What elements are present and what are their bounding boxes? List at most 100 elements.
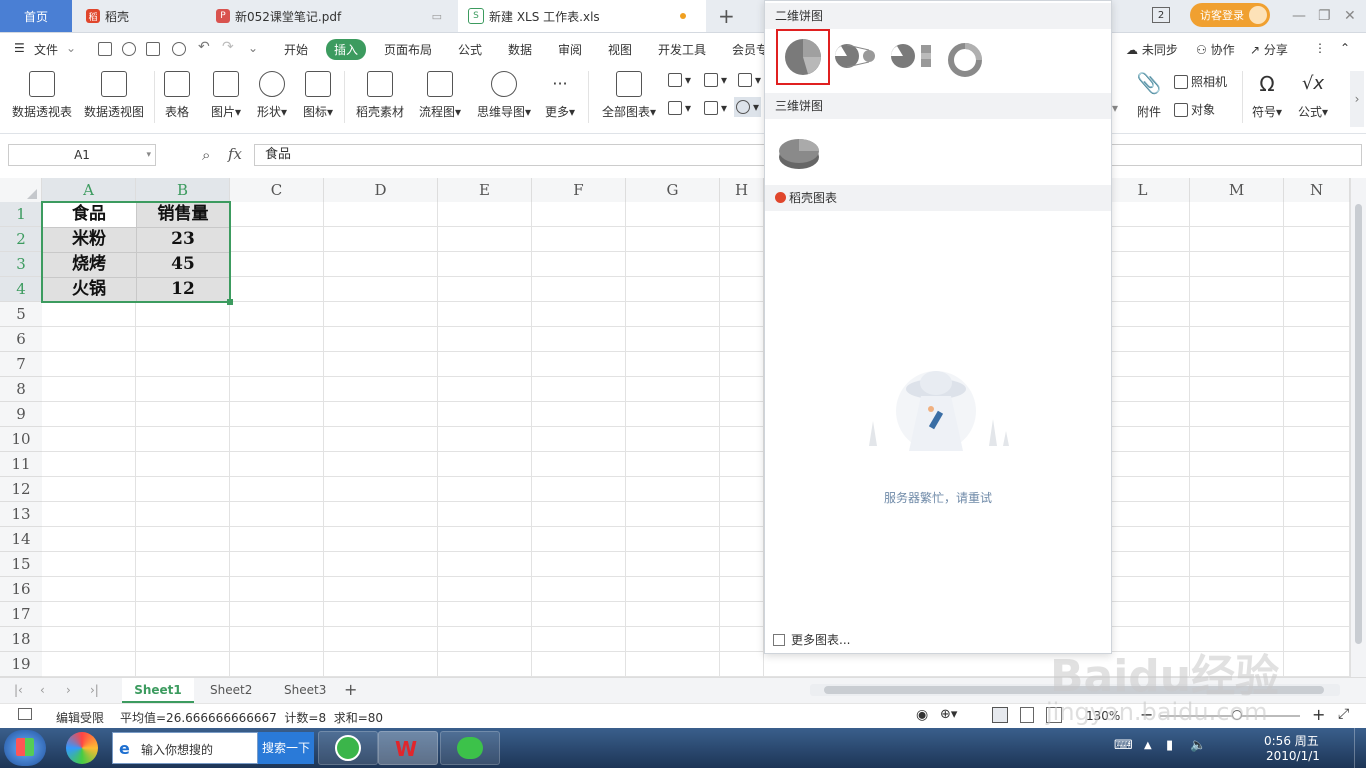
row-header-14[interactable]: 14 — [0, 527, 42, 552]
row-header-7[interactable]: 7 — [0, 352, 42, 377]
app-launcher-icon[interactable] — [66, 732, 98, 764]
zoom-slider[interactable] — [1160, 710, 1300, 720]
zoom-slider-handle[interactable] — [1232, 710, 1242, 720]
power-icon[interactable]: ▮ — [1166, 738, 1173, 753]
column-header-d[interactable]: D — [324, 178, 438, 202]
row-header-3[interactable]: 3 — [0, 252, 42, 277]
row-header-17[interactable]: 17 — [0, 602, 42, 627]
row-header-16[interactable]: 16 — [0, 577, 42, 602]
sheet-tab-2[interactable]: Sheet2 — [210, 683, 252, 697]
close-icon[interactable]: ✕ — [1344, 8, 1356, 24]
pie-chart-dropdown[interactable]: ▾ — [734, 97, 762, 117]
spreadsheet-grid[interactable]: ABCDEFGHLMN 1 2 3 4 5 6 7 8 9 10 11 12 13 14 15 16 17 18 1… — [0, 178, 1350, 678]
last-sheet-icon[interactable]: ›| — [90, 683, 99, 697]
more-button[interactable]: ··· 更多▾ — [542, 71, 578, 120]
row-header-8[interactable]: 8 — [0, 377, 42, 402]
attachment-button[interactable]: 📎 附件 — [1134, 71, 1164, 120]
file-menu[interactable]: 文件 — [34, 41, 58, 58]
menu-member[interactable]: 会员专 — [732, 41, 768, 58]
search-button[interactable]: 搜索一下 — [258, 732, 314, 764]
menu-home[interactable]: 开始 — [284, 41, 308, 58]
preview-icon[interactable] — [172, 42, 186, 56]
restore-icon[interactable]: ❐ — [1318, 8, 1331, 24]
undo-icon[interactable]: ↶ — [198, 39, 210, 55]
column-header-m[interactable]: M — [1190, 178, 1284, 202]
volume-icon[interactable]: 🔈 — [1190, 738, 1206, 753]
minimize-icon[interactable]: — — [1292, 8, 1306, 24]
tab-pdf[interactable]: P 新052课堂笔记.pdf ▭ — [206, 0, 452, 32]
column-header-f[interactable]: F — [532, 178, 626, 202]
pie-of-pie-option[interactable] — [833, 41, 879, 74]
camera-button[interactable]: 照相机 — [1174, 73, 1227, 90]
macro-record-icon[interactable] — [18, 708, 32, 720]
taskbar-search-box[interactable]: e 输入你想搜的 — [112, 732, 258, 764]
row-header-15[interactable]: 15 — [0, 552, 42, 577]
horizontal-scroll-thumb[interactable] — [824, 686, 1324, 694]
tab-daoke[interactable]: 稻 稻壳 — [76, 0, 200, 32]
object-button[interactable]: 对象 — [1174, 101, 1215, 118]
all-charts-button[interactable]: 全部图表▾ — [598, 71, 660, 120]
table-button[interactable]: 表格 — [162, 71, 192, 120]
redo-icon[interactable]: ↷ — [222, 39, 234, 55]
column-header-g[interactable]: G — [626, 178, 720, 202]
ribbon-scroll-right-icon[interactable]: › — [1350, 71, 1364, 127]
symbol-button[interactable]: Ω 符号▾ — [1248, 71, 1286, 120]
row-header-5[interactable]: 5 — [0, 302, 42, 327]
tray-expand-icon[interactable]: ▲ — [1144, 740, 1152, 751]
row-header-13[interactable]: 13 — [0, 502, 42, 527]
normal-view-icon[interactable] — [992, 707, 1008, 723]
page-break-view-icon[interactable] — [1046, 707, 1062, 723]
menu-page-layout[interactable]: 页面布局 — [384, 41, 432, 58]
bar-of-pie-option[interactable] — [889, 41, 935, 74]
collapse-ribbon-icon[interactable]: ⌃ — [1340, 41, 1350, 55]
taskbar-app-browser[interactable] — [318, 731, 378, 765]
shape-button[interactable]: 形状▾ — [252, 71, 292, 120]
column-header-b[interactable]: B — [136, 178, 230, 202]
prev-sheet-icon[interactable]: ‹ — [40, 683, 45, 697]
column-header-c[interactable]: C — [230, 178, 324, 202]
export-icon[interactable] — [122, 42, 136, 56]
zoom-out-icon[interactable]: − — [1140, 705, 1153, 724]
print-icon[interactable] — [146, 42, 160, 56]
vertical-scrollbar[interactable] — [1350, 178, 1366, 678]
menu-developer[interactable]: 开发工具 — [658, 41, 706, 58]
row-header-18[interactable]: 18 — [0, 627, 42, 652]
pivot-table-button[interactable]: 数据透视表 — [10, 71, 74, 120]
name-box[interactable]: A1 ▾ — [8, 144, 156, 166]
icon-library-button[interactable]: 图标▾ — [298, 71, 338, 120]
fullscreen-icon[interactable]: ⤢ — [1338, 706, 1349, 722]
column-header-h[interactable]: H — [720, 178, 764, 202]
row-header-1[interactable]: 1 — [0, 202, 42, 227]
pie-2d-option[interactable] — [776, 29, 830, 85]
row-header-4[interactable]: 4 — [0, 277, 42, 302]
next-sheet-icon[interactable]: › — [66, 683, 71, 697]
taskbar-app-wps[interactable]: W — [378, 731, 438, 765]
collaborate-button[interactable]: ⚇ 协作 — [1196, 41, 1235, 58]
bar-chart-horizontal-icon[interactable]: ▾ — [704, 73, 727, 87]
toolbar-dropdown-icon[interactable]: ▾ — [1112, 101, 1118, 115]
share-button[interactable]: ↗ 分享 — [1250, 41, 1288, 58]
stock-chart-icon[interactable]: ▾ — [704, 101, 727, 115]
column-chart-icon[interactable]: ▾ — [668, 73, 691, 87]
zoom-in-icon[interactable]: + — [1312, 705, 1325, 724]
hamburger-icon[interactable]: ☰ — [14, 41, 25, 55]
edit-restricted-status[interactable]: 编辑受限 — [56, 709, 104, 726]
first-sheet-icon[interactable]: |‹ — [14, 683, 23, 697]
column-header-e[interactable]: E — [438, 178, 532, 202]
row-header-6[interactable]: 6 — [0, 327, 42, 352]
row-header-12[interactable]: 12 — [0, 477, 42, 502]
add-sheet-icon[interactable]: + — [344, 680, 357, 699]
pivot-chart-button[interactable]: 数据透视图 — [82, 71, 146, 120]
fill-handle[interactable] — [227, 299, 233, 305]
menu-data[interactable]: 数据 — [508, 41, 532, 58]
chevron-down-icon[interactable]: ⌄ — [66, 41, 76, 55]
row-header-11[interactable]: 11 — [0, 452, 42, 477]
tab-home[interactable]: 首页 — [0, 0, 72, 32]
sheet-tab-1[interactable]: Sheet1 — [122, 678, 194, 703]
page-layout-view-icon[interactable] — [1020, 707, 1034, 723]
sync-status[interactable]: ☁ 未同步 — [1126, 41, 1178, 58]
row-header-2[interactable]: 2 — [0, 227, 42, 252]
start-button[interactable] — [4, 730, 46, 766]
daoke-material-button[interactable]: 稻壳素材 — [352, 71, 408, 120]
save-icon[interactable] — [98, 42, 112, 56]
